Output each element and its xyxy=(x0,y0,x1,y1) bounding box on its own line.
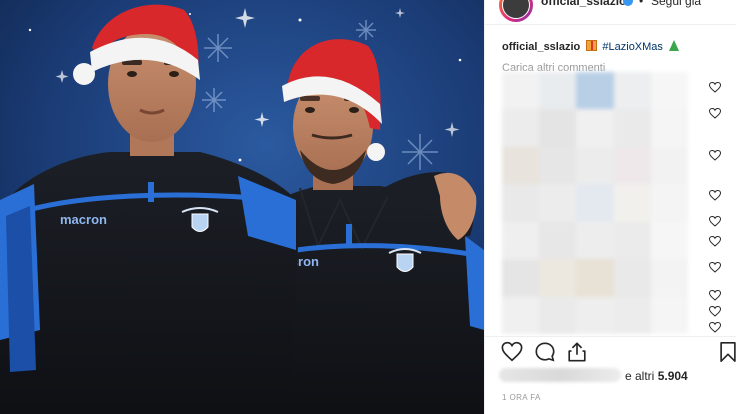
blurred-comments xyxy=(502,72,688,334)
avatar[interactable] xyxy=(499,0,533,22)
comment-like-heart-icon[interactable] xyxy=(709,290,721,301)
follow-button[interactable]: Segui già xyxy=(651,0,701,8)
gift-emoji-icon xyxy=(586,40,598,51)
comment-like-heart-icon[interactable] xyxy=(709,216,721,227)
post-photo-illustration: macron mac xyxy=(0,0,484,414)
heart-icon[interactable] xyxy=(501,341,523,363)
likes-suffix: e altri xyxy=(625,369,655,383)
blurred-liker-name xyxy=(499,368,621,382)
likes-count[interactable]: 5.904 xyxy=(658,369,688,383)
post-action-bar xyxy=(485,336,736,365)
comment-like-heart-icon[interactable] xyxy=(709,262,721,273)
comment-like-heart-icon[interactable] xyxy=(709,236,721,247)
comment-icon[interactable] xyxy=(534,341,556,363)
share-icon[interactable] xyxy=(566,341,588,363)
christmas-tree-emoji-icon xyxy=(669,40,679,51)
post-panel: official_sslazio • Segui già official_ss… xyxy=(484,0,736,414)
post-timestamp: 1 ORA FA xyxy=(502,393,541,402)
comment-like-heart-icon[interactable] xyxy=(709,190,721,201)
comment-like-heart-icon[interactable] xyxy=(709,108,721,119)
likes-summary[interactable]: e altri 5.904 xyxy=(625,369,688,383)
comment-like-heart-icon[interactable] xyxy=(709,322,721,333)
post-photo[interactable]: macron mac xyxy=(0,0,484,414)
comment-like-heart-icon[interactable] xyxy=(709,306,721,317)
post-header: official_sslazio • Segui già xyxy=(485,0,736,25)
jersey-brand-left: macron xyxy=(60,212,107,227)
bookmark-icon[interactable] xyxy=(717,341,736,363)
post-caption: official_sslazio #LazioXMas xyxy=(502,40,679,53)
header-separator: • xyxy=(639,0,644,8)
account-name[interactable]: official_sslazio xyxy=(541,0,626,8)
comment-like-heart-icon[interactable] xyxy=(709,82,721,93)
verified-badge-icon xyxy=(623,0,633,6)
comment-like-heart-icon[interactable] xyxy=(709,150,721,161)
caption-hashtag[interactable]: #LazioXMas xyxy=(602,41,663,53)
caption-username[interactable]: official_sslazio xyxy=(502,41,580,53)
